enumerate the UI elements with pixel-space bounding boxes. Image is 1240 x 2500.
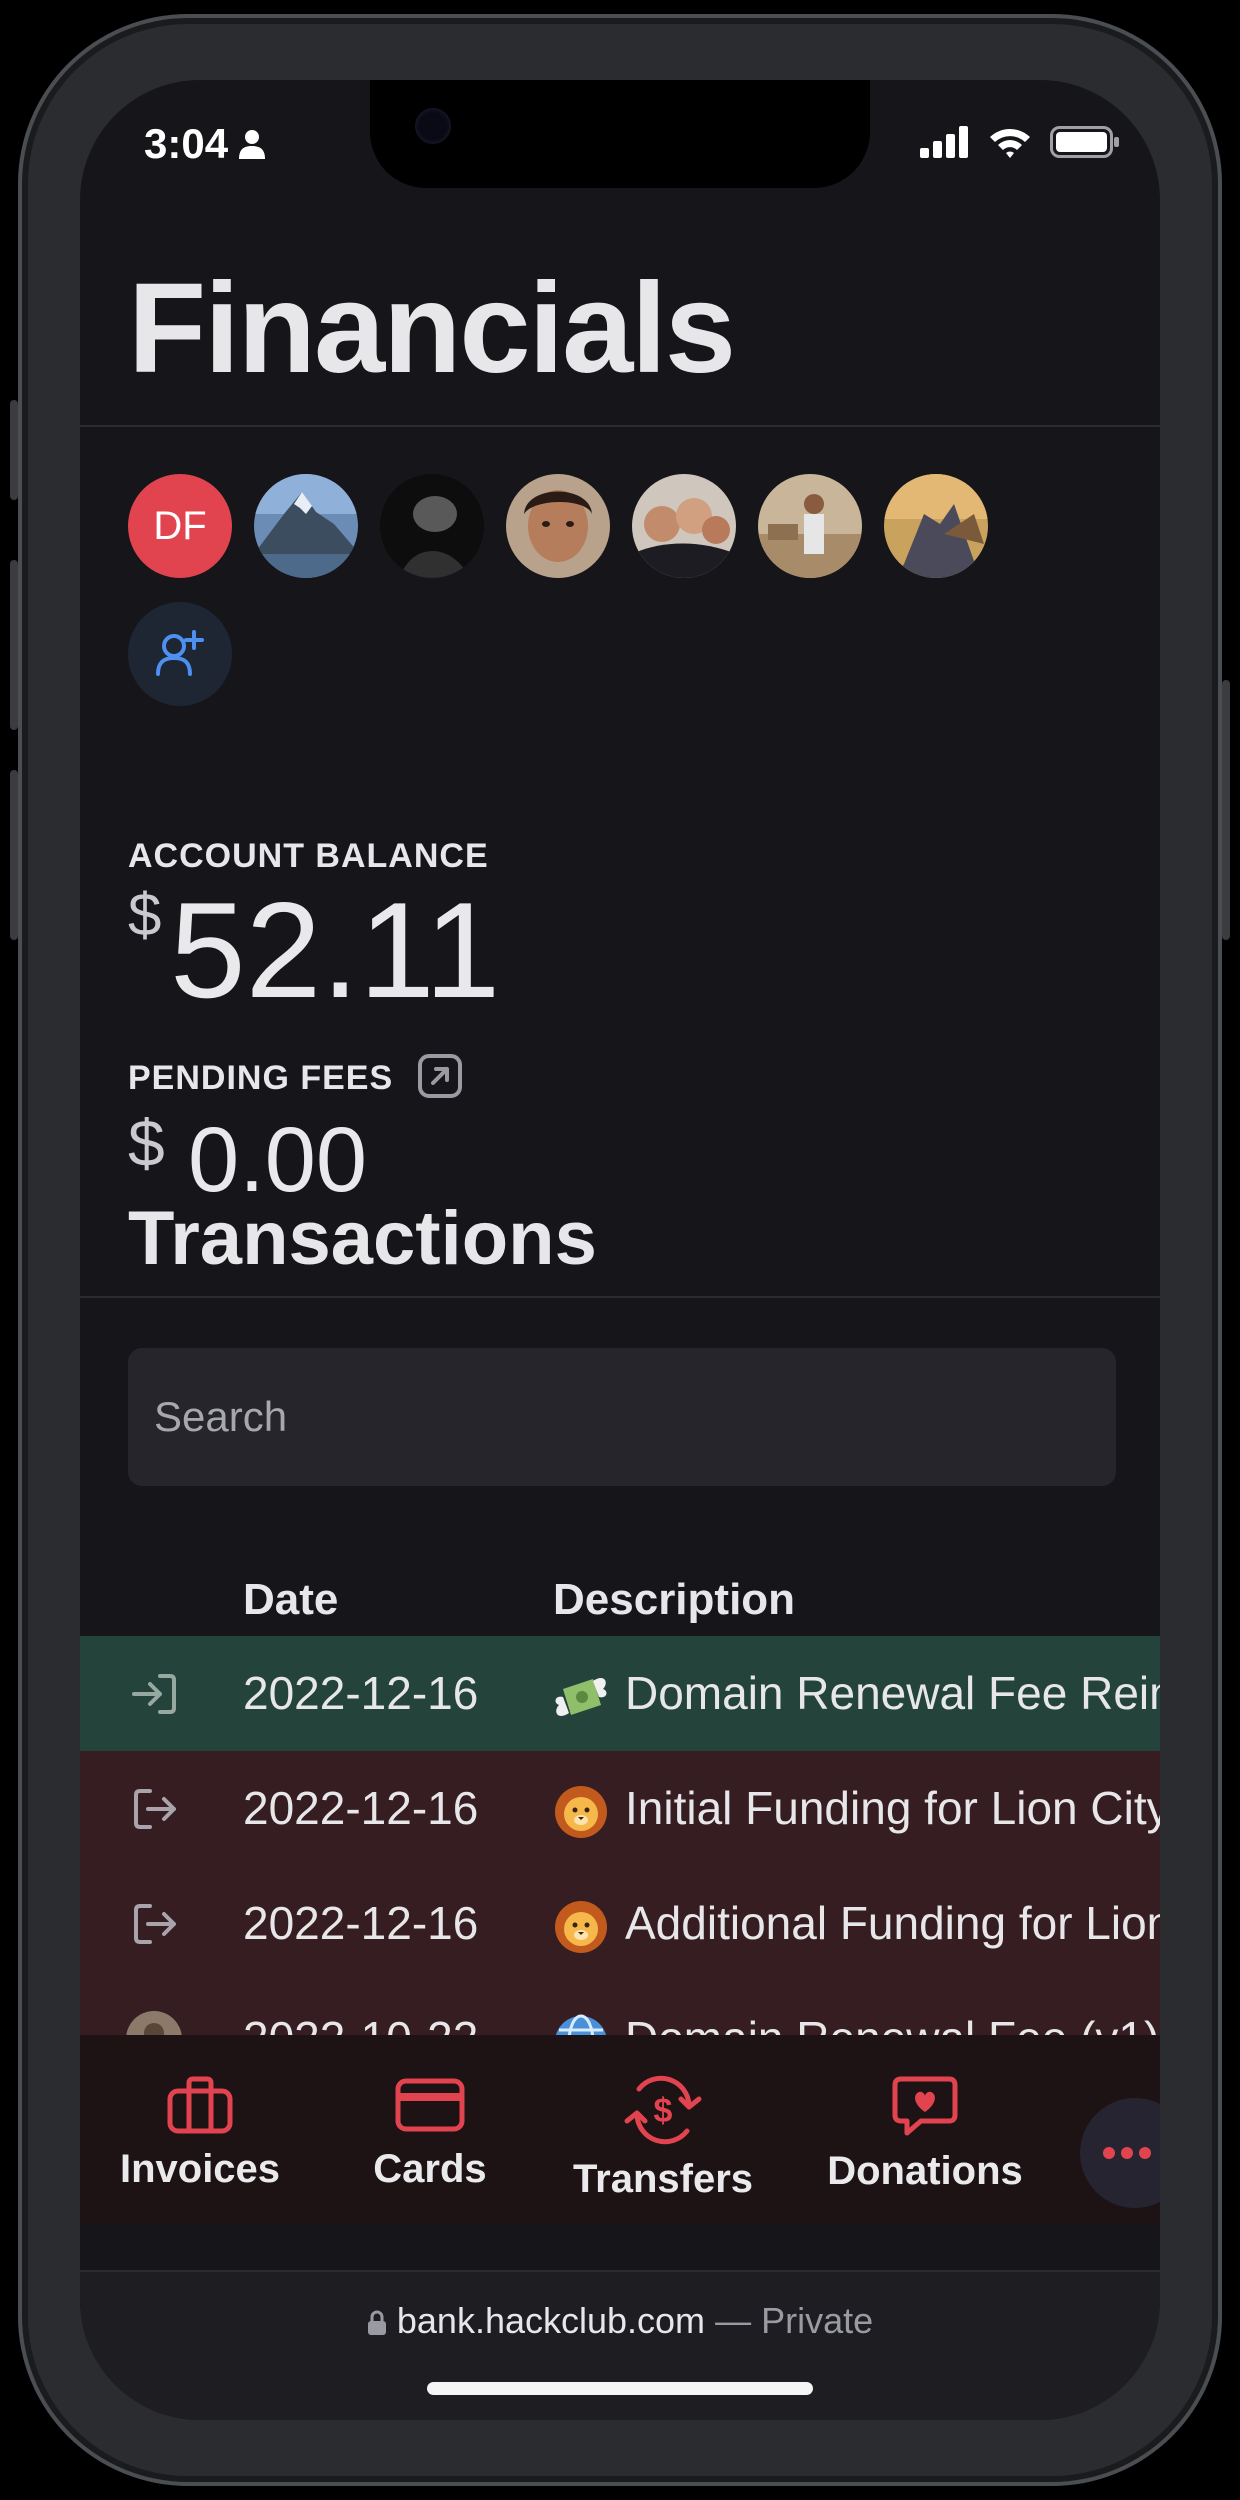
heart-message-icon <box>892 2076 958 2136</box>
portrait-image <box>506 474 610 578</box>
dark-portrait-image <box>380 474 484 578</box>
transactions-title: Transactions <box>128 1196 597 1281</box>
svg-text:$: $ <box>654 2092 673 2130</box>
transaction-row[interactable]: 2022-12-16 Initial Funding for Lion City <box>80 1751 1160 1866</box>
balance-currency: $ <box>128 881 162 948</box>
url-separator: — <box>715 2300 752 2341</box>
room-photo-image <box>758 474 862 578</box>
power-button <box>1222 680 1230 940</box>
external-link-icon <box>418 1054 462 1098</box>
screen: 3:04 Financials DF ACCOUNT BALANCE $ 52.… <box>80 80 1160 2420</box>
nav-transfers[interactable]: $ Transfers <box>558 2035 768 2225</box>
browser-url-bar[interactable]: bank.hackclub.com — Private <box>80 2270 1160 2420</box>
add-user-icon <box>156 630 204 676</box>
time-text: 3:04 <box>144 120 229 167</box>
lion-face-icon <box>555 1900 607 1953</box>
bottom-nav: Invoices Cards $ Transfers Donations <box>80 2035 1160 2225</box>
nav-donations-label: Donations <box>827 2149 1023 2193</box>
transactions-divider <box>80 1296 1160 1298</box>
pending-fees-currency: $ <box>128 1106 165 1180</box>
transaction-row[interactable]: 2022-12-16 Domain Renewal Fee Reimbursem… <box>80 1636 1160 1751</box>
transaction-description: Additional Funding for Lion City <box>553 1866 1160 1981</box>
member-avatar[interactable] <box>632 474 736 578</box>
transaction-description-text: Domain Renewal Fee Reimbursement <box>625 1667 1160 1719</box>
volume-up-button <box>10 560 18 730</box>
url-text: bank.hackclub.com <box>396 2300 706 2341</box>
column-header-description[interactable]: Description <box>553 1575 795 1625</box>
lion-face-icon <box>555 1785 607 1838</box>
transaction-date: 2022-12-16 <box>243 1782 479 1834</box>
member-avatar[interactable] <box>884 474 988 578</box>
column-header-date[interactable]: Date <box>243 1575 338 1625</box>
cellular-signal-icon <box>920 126 968 158</box>
fantasy-art-image <box>884 474 988 578</box>
member-avatar[interactable] <box>758 474 862 578</box>
money-out-icon <box>134 1904 176 1944</box>
action-button <box>10 400 18 500</box>
member-avatar[interactable] <box>254 474 358 578</box>
front-camera <box>415 108 451 144</box>
transaction-description-text: Initial Funding for Lion City <box>625 1782 1160 1834</box>
add-member-button[interactable] <box>128 602 232 706</box>
nav-invoices-label: Invoices <box>119 2147 281 2191</box>
member-avatar[interactable] <box>380 474 484 578</box>
transfer-icon: $ <box>624 2075 702 2145</box>
home-indicator[interactable] <box>427 2382 813 2395</box>
nav-cards-label: Cards <box>373 2147 487 2191</box>
nav-invoices[interactable]: Invoices <box>120 2035 280 2225</box>
status-time: 3:04 <box>144 120 266 168</box>
transaction-date: 2022-12-16 <box>243 1897 479 1949</box>
wifi-icon <box>990 129 1030 158</box>
member-avatar-initials[interactable]: DF <box>128 474 232 578</box>
page-title: Financials <box>128 257 736 400</box>
member-avatar[interactable] <box>506 474 610 578</box>
transaction-description: Domain Renewal Fee Reimbursement <box>553 1636 1160 1751</box>
account-balance-amount: 52.11 <box>170 874 501 1026</box>
person-icon <box>239 130 266 159</box>
transaction-description-text: Additional Funding for Lion City <box>625 1897 1160 1949</box>
status-icons <box>920 126 1120 158</box>
pending-fees-label: PENDING FEES <box>128 1059 394 1097</box>
card-icon <box>395 2078 465 2132</box>
account-balance-label: ACCOUNT BALANCE <box>128 837 489 875</box>
nav-cards[interactable]: Cards <box>350 2035 510 2225</box>
url-display[interactable]: bank.hackclub.com — Private <box>80 2300 1160 2342</box>
money-with-wings-icon <box>555 1677 607 1716</box>
transaction-row[interactable]: 2022-12-16 Additional Funding for Lion C… <box>80 1866 1160 1981</box>
transaction-date: 2022-12-16 <box>243 1667 479 1719</box>
money-out-icon <box>134 1789 176 1829</box>
nav-donations[interactable]: Donations <box>815 2035 1035 2225</box>
transaction-search-input[interactable] <box>128 1348 1116 1486</box>
lock-icon <box>367 2310 386 2335</box>
battery-icon <box>1050 126 1119 158</box>
title-divider <box>80 425 1160 427</box>
pending-fees-link[interactable] <box>416 1052 464 1100</box>
browsing-mode-label: Private <box>761 2300 874 2341</box>
briefcase-icon <box>167 2076 233 2134</box>
money-in-icon <box>132 1674 176 1714</box>
volume-down-button <box>10 770 18 940</box>
group-selfie-image <box>632 474 736 578</box>
ellipsis-icon <box>1103 2147 1151 2159</box>
mountain-photo-image <box>254 474 358 578</box>
avatar-initials-text: DF <box>153 503 207 548</box>
transaction-description: Initial Funding for Lion City <box>553 1751 1160 1866</box>
nav-transfers-label: Transfers <box>572 2157 754 2201</box>
